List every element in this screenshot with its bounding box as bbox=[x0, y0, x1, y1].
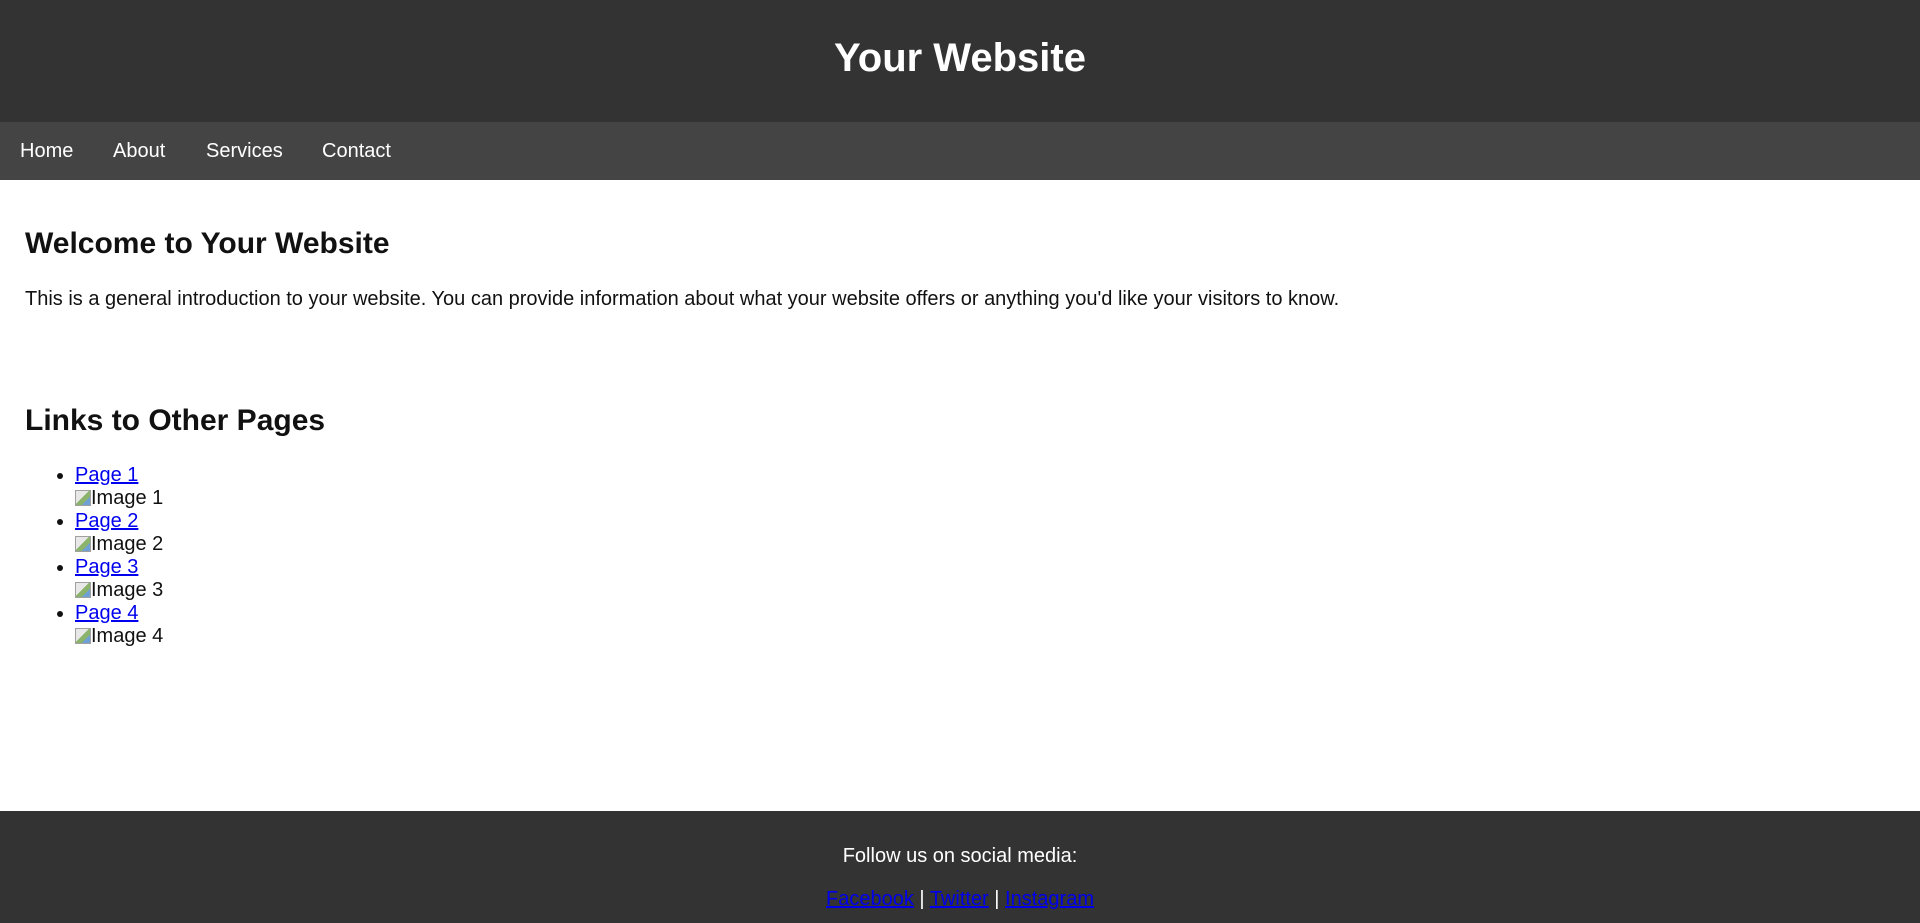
bullet-icon bbox=[57, 611, 63, 617]
intro-heading: Welcome to Your Website bbox=[25, 227, 390, 260]
bullet-icon bbox=[57, 473, 63, 479]
broken-image-icon bbox=[75, 490, 91, 506]
broken-image-icon bbox=[75, 536, 91, 552]
nav-item-contact[interactable]: Contact bbox=[322, 139, 391, 163]
page-link-2[interactable]: Page 2 bbox=[75, 510, 163, 533]
footer-text: Follow us on social media: bbox=[842, 845, 1078, 867]
image-alt-text: Image 2 bbox=[91, 533, 164, 555]
instagram-link[interactable]: Instagram bbox=[1005, 888, 1094, 910]
list-item: Page 4 Image 4 bbox=[57, 602, 163, 648]
page-link-1[interactable]: Page 1 bbox=[75, 464, 163, 487]
image-alt-text: Image 3 bbox=[91, 579, 164, 601]
social-links: Facebook | Twitter | Instagram bbox=[0, 887, 1920, 911]
nav-bar: Home About Services Contact bbox=[0, 122, 1920, 180]
image-alt-text: Image 1 bbox=[91, 487, 164, 509]
links-list: Page 1 Image 1 Page 2 Image 2 Page 3 Ima… bbox=[57, 464, 163, 648]
image-2: Image 2 bbox=[75, 533, 163, 556]
image-3: Image 3 bbox=[75, 579, 163, 602]
intro-text: This is a general introduction to your w… bbox=[25, 288, 1340, 310]
page: Your Website Home About Services Contact… bbox=[0, 0, 1920, 923]
nav-item-about[interactable]: About bbox=[113, 139, 165, 163]
list-item: Page 2 Image 2 bbox=[57, 510, 163, 556]
page-link-4[interactable]: Page 4 bbox=[75, 602, 163, 625]
nav-item-home[interactable]: Home bbox=[20, 139, 73, 163]
site-header: Your Website bbox=[0, 0, 1920, 122]
facebook-link[interactable]: Facebook bbox=[826, 888, 914, 910]
links-heading: Links to Other Pages bbox=[25, 404, 326, 437]
image-alt-text: Image 4 bbox=[91, 625, 164, 647]
image-1: Image 1 bbox=[75, 487, 163, 510]
separator: | bbox=[919, 888, 925, 910]
broken-image-icon bbox=[75, 582, 91, 598]
bullet-icon bbox=[57, 565, 63, 571]
list-item: Page 1 Image 1 bbox=[57, 464, 163, 510]
nav-item-services[interactable]: Services bbox=[206, 139, 283, 163]
site-footer: Follow us on social media: Facebook | Tw… bbox=[0, 811, 1920, 923]
list-item: Page 3 Image 3 bbox=[57, 556, 163, 602]
twitter-link[interactable]: Twitter bbox=[930, 888, 989, 910]
page-link-3[interactable]: Page 3 bbox=[75, 556, 163, 579]
broken-image-icon bbox=[75, 628, 91, 644]
bullet-icon bbox=[57, 519, 63, 525]
separator: | bbox=[994, 888, 1000, 910]
image-4: Image 4 bbox=[75, 625, 163, 648]
site-title: Your Website bbox=[834, 36, 1086, 80]
